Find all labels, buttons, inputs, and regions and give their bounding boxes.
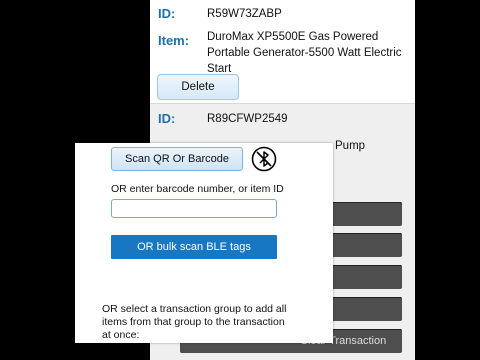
- add-item-dialog: Scan QR Or Barcode OR enter barcode numb…: [75, 143, 333, 343]
- group-text-line: items from that group to the transaction: [102, 316, 285, 328]
- transaction-group-text: OR select a transaction group to add all…: [102, 303, 327, 342]
- scan-qr-button[interactable]: Scan QR Or Barcode: [111, 147, 243, 171]
- delete-button[interactable]: Delete: [157, 74, 239, 100]
- item-name-value: DuroMax XP5500E Gas Powered Portable Gen…: [207, 29, 412, 77]
- bluetooth-disabled-icon[interactable]: [251, 146, 277, 172]
- id-label: ID:: [158, 6, 176, 21]
- bulk-scan-ble-button[interactable]: OR bulk scan BLE tags: [111, 235, 277, 259]
- item-id-value: R59W73ZABP: [207, 8, 282, 20]
- item-name-partial: Pump: [335, 140, 366, 152]
- item-name-line: DuroMax XP5500E Gas Powered: [207, 31, 379, 43]
- item-id-value: R89CFWP2549: [207, 113, 288, 125]
- barcode-input[interactable]: [111, 199, 277, 218]
- item-label: Item:: [158, 33, 190, 48]
- group-text-line: OR select a transaction group to add all: [102, 303, 287, 315]
- item-row: ID: R59W73ZABP Item: DuroMax XP5500E Gas…: [150, 0, 415, 104]
- group-text-line: at once:: [102, 329, 140, 341]
- item-name-line: Portable Generator-5500 Watt Electric: [207, 47, 402, 59]
- enter-barcode-text: OR enter barcode number, or item ID: [111, 183, 284, 195]
- id-label: ID:: [158, 111, 176, 126]
